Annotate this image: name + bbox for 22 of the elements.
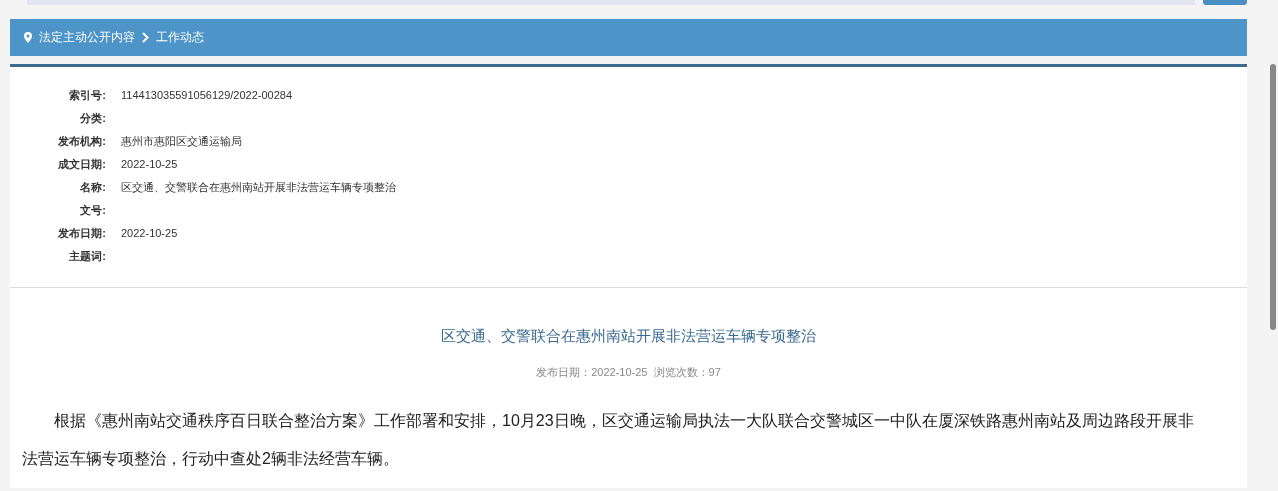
chevron-right-icon (142, 32, 149, 43)
field-label: 主题词: (69, 250, 106, 262)
field-value: 2022-10-25 (121, 158, 178, 170)
field-label: 分类: (80, 112, 106, 124)
field-label: 名称: (80, 181, 106, 193)
field-label: 发布机构: (58, 135, 106, 147)
field-value: 惠州市惠阳区交通运输局 (121, 135, 242, 147)
field-label: 文号: (80, 204, 106, 216)
article-title: 区交通、交警联合在惠州南站开展非法营运车辆专项整治 (440, 326, 817, 346)
field-label: 成文日期: (58, 158, 106, 170)
field-value: 2022-10-25 (121, 227, 178, 239)
scrollbar-thumb[interactable] (1270, 64, 1276, 330)
field-value: 114413035591056129/2022-00284 (121, 89, 293, 101)
article-info: 发布日期：2022-10-25 浏览次数：97 (535, 365, 722, 380)
location-pin-icon (24, 32, 32, 43)
top-button[interactable] (1203, 0, 1247, 5)
article-paragraph: 根据《惠州南站交通秩序百日联合整治方案》工作部署和安排，10月23日晚，区交通运输局执法一大队联合交警城区一中队在厦深铁路惠州南站及周边路段开展非法营运车辆专项整治，行动中查处2辆非法经营车辆。 (22, 411, 1195, 469)
field-value: 区交通、交警联合在惠州南站开展非法营运车辆专项整治 (121, 181, 396, 193)
field-label: 发布日期: (58, 227, 106, 239)
breadcrumb-link[interactable]: 工作动态 (156, 29, 204, 46)
breadcrumb-link[interactable]: 法定主动公开内容 (39, 29, 135, 46)
field-label: 索引号: (69, 89, 106, 101)
